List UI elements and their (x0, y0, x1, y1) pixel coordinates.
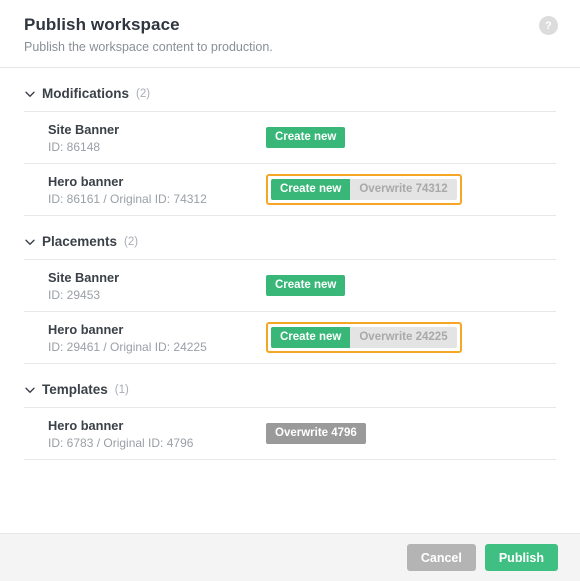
row-info: Hero banner ID: 6783 / Original ID: 4796 (48, 417, 266, 451)
publish-workspace-dialog: Publish workspace Publish the workspace … (0, 0, 580, 581)
row-actions: Create new (266, 127, 556, 148)
row-info: Site Banner ID: 86148 (48, 121, 266, 155)
overwrite-button[interactable]: Overwrite 4796 (266, 423, 366, 444)
section: Templates (1) Hero banner ID: 6783 / Origin… (24, 364, 556, 460)
row-item-name: Hero banner (48, 417, 124, 433)
table-row: Hero banner ID: 86161 / Original ID: 7431… (24, 164, 556, 216)
dialog-body: Modifications (2) Site Banner ID: 86148 Crea… (0, 68, 580, 533)
row-info: Hero banner ID: 86161 / Original ID: 7431… (48, 173, 266, 207)
row-info: Site Banner ID: 29453 (48, 269, 266, 303)
row-actions: Overwrite 4796 (266, 423, 556, 444)
table-row: Site Banner ID: 86148 Create new (24, 112, 556, 164)
publish-mode-toggle-focused: Create new Overwrite 74312 (266, 174, 462, 205)
publish-mode-toggle: Create new Overwrite 24225 (271, 327, 457, 348)
section-count: (2) (136, 88, 151, 100)
section-header[interactable]: Modifications (2) (24, 68, 556, 111)
dialog-header: Publish workspace Publish the workspace … (0, 0, 580, 68)
create-new-button[interactable]: Create new (266, 275, 346, 296)
section-header[interactable]: Placements (2) (24, 216, 556, 259)
section: Placements (2) Site Banner ID: 29453 Create … (24, 216, 556, 364)
row-item-id: ID: 86148 (48, 139, 101, 154)
table-row: Hero banner ID: 29461 / Original ID: 2422… (24, 312, 556, 364)
row-info: Hero banner ID: 29461 / Original ID: 2422… (48, 321, 266, 355)
row-item-id: ID: 6783 / Original ID: 4796 (48, 435, 194, 450)
section-rows: Site Banner ID: 29453 Create new Hero banne… (24, 259, 556, 364)
section-rows: Site Banner ID: 86148 Create new Hero banne… (24, 111, 556, 216)
row-actions: Create new Overwrite 24225 (266, 322, 556, 353)
publish-button[interactable]: Publish (484, 544, 558, 571)
chevron-down-icon (25, 387, 35, 393)
row-actions: Create new (266, 275, 556, 296)
create-new-button[interactable]: Create new (271, 179, 351, 200)
section-header[interactable]: Templates (1) (24, 364, 556, 407)
row-item-name: Hero banner (48, 173, 124, 189)
publish-mode-toggle-focused: Create new Overwrite 24225 (266, 322, 462, 353)
section-title: Templates (42, 382, 108, 397)
page-subtitle: Publish the workspace content to product… (24, 40, 273, 54)
table-row: Hero banner ID: 6783 / Original ID: 4796 O… (24, 408, 556, 460)
help-icon[interactable]: ? (539, 16, 558, 35)
section-title: Modifications (42, 86, 129, 101)
row-item-name: Site Banner (48, 269, 120, 285)
dialog-footer: Cancel Publish (0, 533, 580, 581)
create-new-button[interactable]: Create new (266, 127, 346, 148)
table-row: Site Banner ID: 29453 Create new (24, 260, 556, 312)
cancel-button[interactable]: Cancel (406, 544, 476, 571)
section-count: (2) (124, 236, 139, 248)
section: Modifications (2) Site Banner ID: 86148 Crea… (24, 68, 556, 216)
row-actions: Create new Overwrite 74312 (266, 174, 556, 205)
section-rows: Hero banner ID: 6783 / Original ID: 4796 O… (24, 407, 556, 460)
chevron-down-icon (25, 239, 35, 245)
overwrite-button[interactable]: Overwrite 74312 (350, 179, 457, 200)
row-item-id: ID: 29453 (48, 287, 101, 302)
row-item-id: ID: 29461 / Original ID: 24225 (48, 339, 207, 354)
row-item-name: Hero banner (48, 321, 124, 337)
publish-mode-toggle: Create new Overwrite 74312 (271, 179, 457, 200)
row-item-name: Site Banner (48, 121, 120, 137)
row-item-id: ID: 86161 / Original ID: 74312 (48, 191, 207, 206)
section-title: Placements (42, 234, 118, 249)
section-count: (1) (114, 384, 129, 396)
create-new-button[interactable]: Create new (271, 327, 351, 348)
overwrite-button[interactable]: Overwrite 24225 (350, 327, 457, 348)
chevron-down-icon (25, 91, 35, 97)
page-title: Publish workspace (24, 15, 180, 34)
